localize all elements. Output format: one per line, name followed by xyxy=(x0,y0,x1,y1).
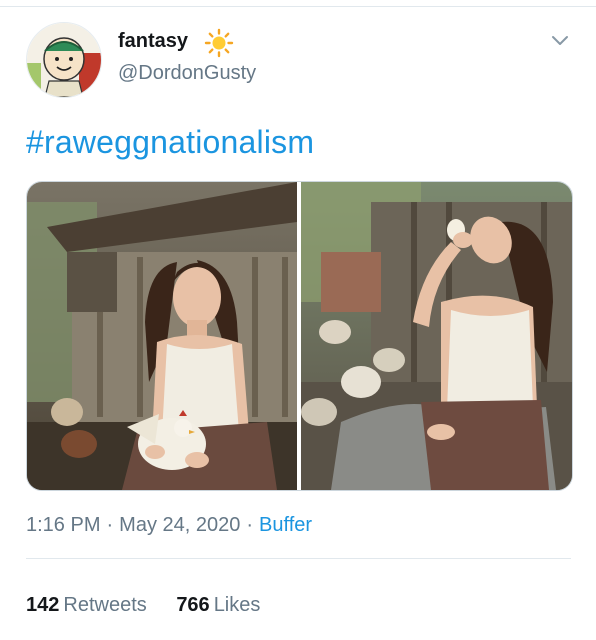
stats-divider xyxy=(26,558,571,559)
media-grid xyxy=(26,181,573,491)
top-divider xyxy=(0,6,596,7)
tweet-hashtag-link[interactable]: #raweggnationalism xyxy=(26,124,314,161)
tweet-source-link[interactable]: Buffer xyxy=(259,514,312,536)
meta-separator: · xyxy=(246,514,254,536)
tweet-meta: 1:16 PM · May 24, 2020 · Buffer xyxy=(26,514,312,537)
tweet-time[interactable]: 1:16 PM xyxy=(26,514,100,536)
sun-icon xyxy=(204,28,234,58)
likes-stat[interactable]: 766 Likes xyxy=(176,594,260,616)
tweet-date[interactable]: May 24, 2020 xyxy=(119,514,240,536)
display-name[interactable]: fantasy xyxy=(118,30,188,53)
retweets-label: Retweets xyxy=(63,594,147,616)
photo-woman-drinking-raw-egg[interactable] xyxy=(301,182,572,490)
avatar[interactable] xyxy=(26,22,102,98)
meta-separator: · xyxy=(106,514,114,536)
chevron-down-icon[interactable] xyxy=(550,30,570,50)
tweet-stats: 142 Retweets 766 Likes xyxy=(26,594,284,617)
photo-woman-holding-chicken[interactable] xyxy=(27,182,297,490)
retweets-count: 142 xyxy=(26,594,60,616)
user-handle[interactable]: @DordonGusty xyxy=(118,62,256,85)
likes-count: 766 xyxy=(176,594,210,616)
cartoon-avatar-icon xyxy=(27,23,101,97)
retweets-stat[interactable]: 142 Retweets xyxy=(26,594,147,616)
likes-label: Likes xyxy=(213,594,261,616)
